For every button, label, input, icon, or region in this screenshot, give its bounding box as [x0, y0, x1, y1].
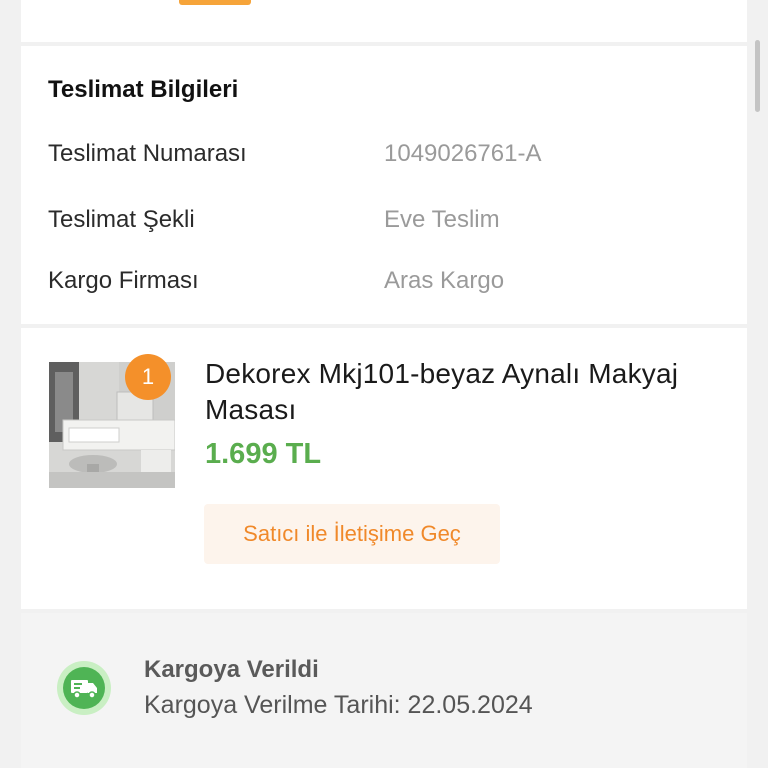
- status-date: Kargoya Verilme Tarihi: 22.05.2024: [144, 691, 533, 719]
- delivery-number-value: 1049026761-A: [384, 140, 542, 167]
- scrollbar[interactable]: [755, 40, 760, 112]
- delivery-number-row: Teslimat Numarası 1049026761-A: [48, 140, 728, 170]
- cargo-company-value: Aras Kargo: [384, 267, 505, 294]
- delivery-info-title: Teslimat Bilgileri: [48, 76, 239, 103]
- order-detail-page: Teslimat Bilgileri Teslimat Numarası 104…: [21, 0, 747, 768]
- top-card: [21, 0, 747, 42]
- product-price: 1.699 TL: [205, 438, 322, 470]
- product-name[interactable]: Dekorex Mkj101-beyaz Aynalı Makyaj Masas…: [205, 356, 685, 428]
- status-title: Kargoya Verildi: [144, 656, 319, 683]
- delivery-info-card: Teslimat Bilgileri Teslimat Numarası 104…: [21, 46, 747, 324]
- delivery-truck-icon: [71, 680, 97, 699]
- delivery-method-value: Eve Teslim: [384, 206, 500, 233]
- delivery-method-label: Teslimat Şekli: [48, 206, 195, 233]
- product-card: 1 Dekorex Mkj101-beyaz Aynalı Makyaj Mas…: [21, 328, 747, 609]
- quantity-badge: 1: [125, 354, 171, 400]
- cargo-company-label: Kargo Firması: [48, 267, 199, 294]
- cargo-company-row: Kargo Firması Aras Kargo: [48, 267, 728, 297]
- delivery-number-label: Teslimat Numarası: [48, 140, 247, 167]
- delivery-method-row: Teslimat Şekli Eve Teslim: [48, 206, 728, 236]
- orange-tab-indicator: [179, 0, 251, 5]
- shipment-status-card: Kargoya Verildi Kargoya Verilme Tarihi: …: [21, 613, 747, 768]
- status-icon-circle: [57, 661, 111, 715]
- contact-seller-button[interactable]: Satıcı ile İletişime Geç: [204, 504, 500, 564]
